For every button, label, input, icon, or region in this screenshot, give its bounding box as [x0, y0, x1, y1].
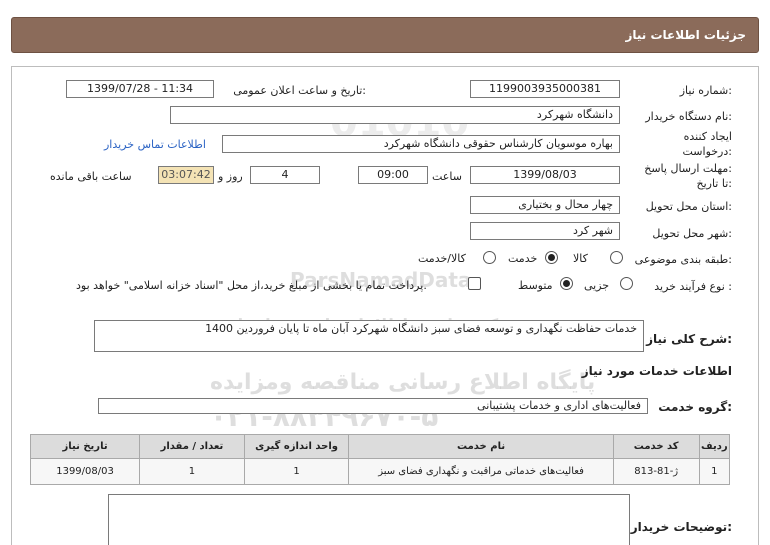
summary-field: خدمات حفاظت نگهداری و توسعه فضای سبز دان… [94, 320, 644, 352]
process-radio-medium[interactable] [560, 277, 573, 290]
remaining-label: ساعت باقی مانده [50, 170, 132, 183]
services-section-title: اطلاعات خدمات مورد نیاز [581, 364, 732, 378]
days-field: 4 [250, 166, 320, 184]
summary-label: شرح کلی نیاز: [646, 332, 732, 346]
province-field: چهار محال و بختیاری [470, 196, 620, 214]
buyer-org-label: نام دستگاه خریدار: [645, 110, 732, 123]
services-table-header: ردیف کد خدمت نام خدمت واحد اندازه گیری ت… [29, 434, 731, 459]
need-number-label: شماره نیاز: [679, 84, 732, 97]
category-label: طبقه بندی موضوعی: [634, 253, 732, 266]
need-number-field: 1199003935000381 [470, 80, 620, 98]
category-option-goods-service: کالا/خدمت [418, 252, 466, 265]
city-label: شهر محل تحویل: [652, 227, 732, 240]
col-row: ردیف [698, 434, 731, 459]
buyer-notes-label: توضیحات خریدار: [630, 520, 732, 534]
page-title: جزئیات اطلاعات نیاز [625, 28, 746, 42]
table-row: 1 ژ-81-813 فعالیت‌های خدماتی مراقبت و نگ… [29, 458, 731, 485]
cell-quantity: 1 [139, 458, 245, 485]
remaining-timer: 03:07:42 [158, 166, 214, 184]
category-radio-service[interactable] [545, 251, 558, 264]
deadline-time-field: 09:00 [358, 166, 428, 184]
buyer-org-field: دانشگاه شهرکرد [170, 106, 620, 124]
category-radio-goods[interactable] [610, 251, 623, 264]
col-date: تاریخ نیاز [29, 434, 141, 459]
process-option-minor: جزیی [584, 279, 610, 292]
announce-label: تاریخ و ساعت اعلان عمومی: [233, 84, 366, 97]
service-group-label: گروه خدمت: [658, 400, 732, 414]
province-label: استان محل تحویل: [645, 200, 732, 213]
col-name: نام خدمت [348, 434, 614, 459]
deadline-date-field: 1399/08/03 [470, 166, 620, 184]
buyer-contact-link[interactable]: اطلاعات تماس خریدار [104, 138, 206, 151]
cell-name: فعالیت‌های خدماتی مراقبت و نگهداری فضای … [348, 458, 614, 485]
col-code: کد خدمت [612, 434, 700, 459]
treasury-payment-checkbox[interactable] [468, 277, 481, 290]
category-option-goods: کالا [573, 252, 588, 265]
cell-code: ژ-81-813 [612, 458, 700, 485]
services-table: ردیف کد خدمت نام خدمت واحد اندازه گیری ت… [29, 434, 731, 485]
city-field: شهر کرد [470, 222, 620, 240]
announce-field: 1399/07/28 - 11:34 [66, 80, 214, 98]
process-label: نوع فرآیند خرید : [654, 280, 732, 293]
category-radio-goods-service[interactable] [483, 251, 496, 264]
page-header: جزئیات اطلاعات نیاز [11, 17, 759, 53]
service-group-field: فعالیت‌های اداری و خدمات پشتیبانی [98, 398, 648, 414]
creator-field: بهاره موسویان کارشناس حقوقی دانشگاه شهرک… [222, 135, 620, 153]
payment-note: پرداخت تمام یا بخشی از مبلغ خرید،از محل … [76, 279, 427, 292]
cell-unit: 1 [243, 458, 350, 485]
buyer-notes-field [108, 494, 630, 545]
process-radio-minor[interactable] [620, 277, 633, 290]
deadline-label: مهلت ارسال پاسخ: [644, 162, 732, 175]
deadline-label-2: تا تاریخ: [696, 177, 732, 190]
time-label: ساعت [432, 170, 462, 183]
watermark-portal: پایگاه اطلاع رسانی مناقصه ومزایده [210, 370, 596, 395]
cell-row: 1 [698, 458, 731, 485]
cell-date: 1399/08/03 [29, 458, 141, 485]
days-label: روز و [218, 170, 243, 183]
process-option-medium: متوسط [518, 279, 553, 292]
col-unit: واحد اندازه گیری [243, 434, 350, 459]
creator-label: ایجاد کننده [683, 130, 732, 143]
col-quantity: تعداد / مقدار [139, 434, 245, 459]
category-option-service: خدمت [508, 252, 538, 265]
creator-label-2: درخواست: [682, 145, 733, 158]
